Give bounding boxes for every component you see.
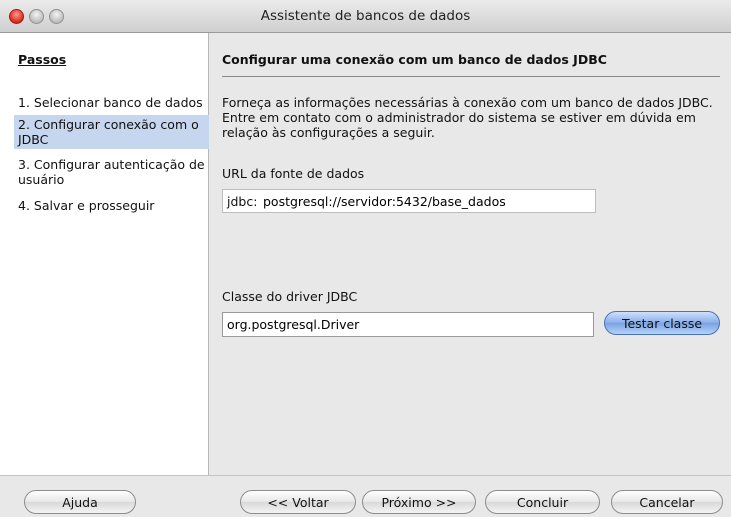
next-button[interactable]: Próximo >> xyxy=(362,490,476,514)
title-bar: Assistente de bancos de dados xyxy=(0,0,731,33)
step-configure-jdbc[interactable]: 2. Configurar conexão com o JDBC xyxy=(14,115,212,149)
database-wizard-window: Assistente de bancos de dados Passos 1. … xyxy=(0,0,731,517)
page-title: Configurar uma conexão com um banco de d… xyxy=(222,52,607,67)
main-content: Configurar uma conexão com um banco de d… xyxy=(209,33,731,475)
cancel-button[interactable]: Cancelar xyxy=(611,490,723,514)
url-label: URL da fonte de dados xyxy=(222,166,365,181)
back-button[interactable]: << Voltar xyxy=(240,490,356,514)
window-title: Assistente de bancos de dados xyxy=(260,8,471,24)
finish-button[interactable]: Concluir xyxy=(485,490,600,514)
driver-class-input[interactable] xyxy=(222,312,594,337)
help-button[interactable]: Ajuda xyxy=(24,490,136,514)
url-field: jdbc: xyxy=(222,189,596,213)
step-save-continue[interactable]: 4. Salvar e prosseguir xyxy=(14,196,212,215)
driver-class-label: Classe do driver JDBC xyxy=(222,289,358,304)
button-bar: Ajuda << Voltar Próximo >> Concluir Canc… xyxy=(0,475,731,517)
steps-title: Passos xyxy=(18,52,67,67)
step-configure-authentication[interactable]: 3. Configurar autenticação de usuário xyxy=(14,155,212,189)
step-select-database[interactable]: 1. Selecionar banco de dados xyxy=(14,93,212,112)
test-class-button[interactable]: Testar classe xyxy=(604,311,720,335)
steps-panel: Passos 1. Selecionar banco de dados 2. C… xyxy=(0,33,212,475)
description-text: Forneça as informações necessárias à con… xyxy=(222,95,713,140)
divider xyxy=(222,76,720,77)
url-prefix: jdbc: xyxy=(227,194,258,209)
url-input[interactable] xyxy=(263,192,591,210)
